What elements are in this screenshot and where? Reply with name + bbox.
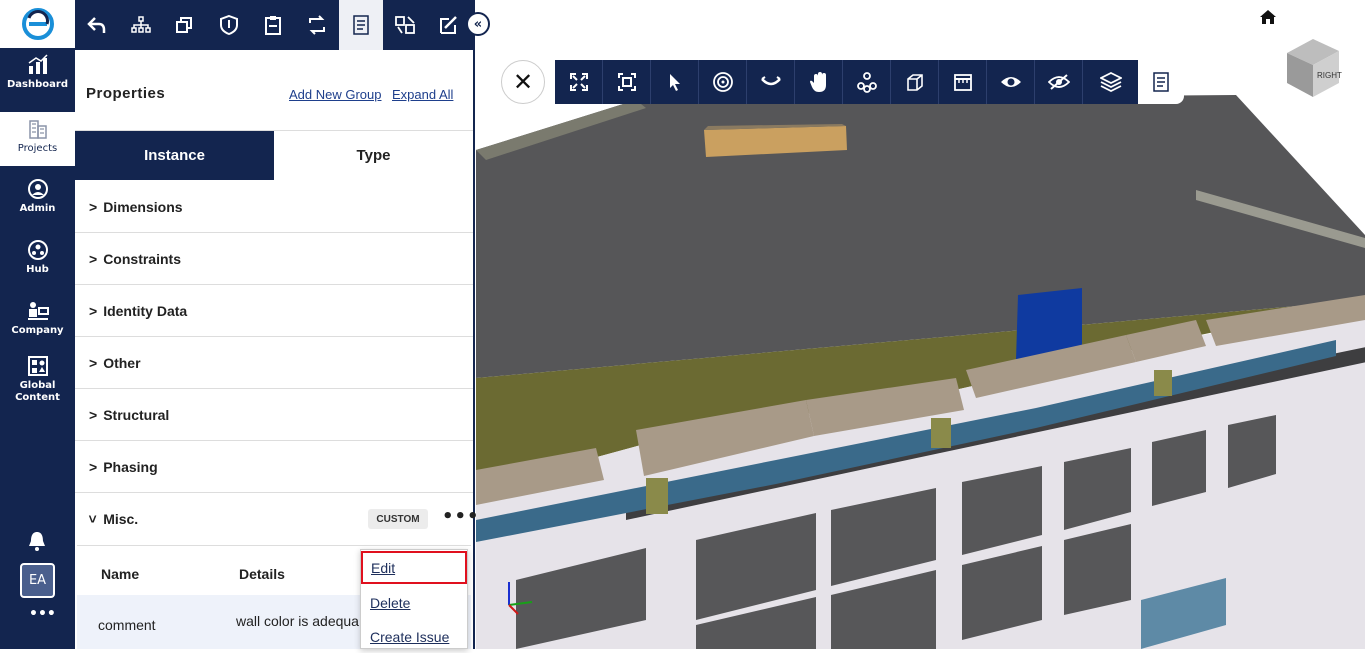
- fit-view-icon[interactable]: [603, 60, 651, 104]
- properties-doc-icon[interactable]: [339, 0, 383, 50]
- close-viewer-button[interactable]: ✕: [501, 60, 545, 104]
- main-sidebar: Dashboard Projects Admin Hub Company Glo…: [0, 0, 75, 649]
- company-icon: [27, 302, 49, 320]
- eye-icon[interactable]: [987, 60, 1035, 104]
- layers-icon[interactable]: [1083, 60, 1138, 104]
- double-chevron-left-icon: «: [473, 16, 483, 32]
- sidebar-item-projects[interactable]: Projects: [0, 112, 75, 166]
- admin-icon: [27, 179, 48, 199]
- look-around-icon[interactable]: [747, 60, 795, 104]
- chevron-right-icon: >: [89, 458, 98, 475]
- section-other[interactable]: > Other: [75, 337, 473, 389]
- sidebar-item-label: Company: [11, 325, 64, 336]
- back-icon[interactable]: [75, 0, 119, 50]
- section-plane-icon[interactable]: [939, 60, 987, 104]
- viewer-toolbar: ✕: [501, 60, 1184, 104]
- more-options-icon[interactable]: •••: [442, 506, 480, 527]
- section-label: Identity Data: [103, 302, 188, 319]
- property-tabs: Instance Type: [75, 130, 473, 180]
- home-icon[interactable]: [1259, 9, 1277, 29]
- page-title: Properties: [86, 85, 166, 102]
- more-icon[interactable]: •••: [29, 606, 56, 622]
- sidebar-item-dashboard[interactable]: Dashboard: [0, 54, 75, 112]
- view-cube[interactable]: RIGHT: [1285, 35, 1343, 103]
- row-details: wall color is adequa: [236, 613, 359, 629]
- chart-icon: [28, 54, 48, 74]
- sidebar-item-label: Admin: [19, 203, 56, 214]
- rfi-clipboard-icon[interactable]: [251, 0, 295, 50]
- add-new-group-link[interactable]: Add New Group: [289, 87, 382, 102]
- section-label: Other: [103, 354, 141, 371]
- section-structural[interactable]: > Structural: [75, 389, 473, 441]
- markup-icon[interactable]: [427, 0, 471, 50]
- app-logo[interactable]: [0, 0, 75, 48]
- section-box-icon[interactable]: [891, 60, 939, 104]
- section-label: Constraints: [103, 250, 181, 267]
- menu-item-edit[interactable]: Edit: [361, 551, 467, 584]
- select-cursor-icon[interactable]: [651, 60, 699, 104]
- bell-icon[interactable]: [26, 530, 48, 556]
- global-content-icon: [27, 356, 48, 376]
- chevron-right-icon: >: [89, 406, 98, 423]
- sync-icon[interactable]: [295, 0, 339, 50]
- sidebar-item-company[interactable]: Company: [0, 300, 75, 356]
- chevron-right-icon: >: [89, 302, 98, 319]
- section-label: Structural: [103, 406, 170, 423]
- model-tree-icon[interactable]: [843, 60, 891, 104]
- menu-item-create-issue[interactable]: Create Issue: [361, 620, 467, 653]
- tab-instance[interactable]: Instance: [75, 131, 274, 180]
- hide-eye-icon[interactable]: [1035, 60, 1083, 104]
- row-context-menu: Edit Delete Create Issue: [360, 549, 468, 649]
- chevron-right-icon: >: [89, 250, 98, 267]
- cube-face-right: RIGHT: [1317, 71, 1342, 80]
- panel-toolbar: [75, 0, 475, 50]
- section-constraints[interactable]: > Constraints: [75, 233, 473, 285]
- sidebar-item-label: Projects: [17, 143, 58, 154]
- chevron-right-icon: >: [89, 198, 98, 215]
- collapse-panel-button[interactable]: «: [466, 12, 490, 36]
- shield-icon[interactable]: [207, 0, 251, 50]
- custom-badge: CUSTOM: [368, 509, 428, 529]
- copy-icon[interactable]: [163, 0, 207, 50]
- chevron-right-icon: >: [89, 354, 98, 371]
- column-header-name: Name: [101, 566, 140, 582]
- fullscreen-icon[interactable]: [555, 60, 603, 104]
- hub-icon: [27, 240, 48, 260]
- properties-toggle-icon[interactable]: [1138, 60, 1184, 104]
- compare-icon[interactable]: [383, 0, 427, 50]
- sidebar-item-global-content[interactable]: Global Content: [0, 355, 75, 411]
- building-icon: [28, 120, 47, 139]
- hierarchy-icon[interactable]: [119, 0, 163, 50]
- sidebar-item-admin[interactable]: Admin: [0, 178, 75, 234]
- section-dimensions[interactable]: > Dimensions: [75, 181, 473, 233]
- tab-type[interactable]: Type: [274, 131, 473, 180]
- row-name: comment: [98, 617, 156, 633]
- close-icon: ✕: [512, 68, 534, 96]
- expand-all-link[interactable]: Expand All: [392, 87, 453, 102]
- chevron-down-icon: >: [85, 514, 102, 524]
- column-header-details: Details: [239, 566, 285, 582]
- orbit-icon[interactable]: [699, 60, 747, 104]
- sidebar-item-label: Dashboard: [7, 79, 68, 90]
- sidebar-item-label: Global Content: [15, 380, 60, 403]
- sidebar-item-label: Hub: [26, 264, 49, 275]
- section-label: Dimensions: [103, 198, 183, 215]
- section-label: Misc.: [103, 511, 139, 527]
- avatar[interactable]: EA: [20, 563, 55, 598]
- section-phasing[interactable]: > Phasing: [75, 441, 473, 493]
- menu-item-delete[interactable]: Delete: [361, 586, 467, 619]
- pan-hand-icon[interactable]: [795, 60, 843, 104]
- sidebar-item-hub[interactable]: Hub: [0, 239, 75, 295]
- section-identity-data[interactable]: > Identity Data: [75, 285, 473, 337]
- section-label: Phasing: [103, 458, 158, 475]
